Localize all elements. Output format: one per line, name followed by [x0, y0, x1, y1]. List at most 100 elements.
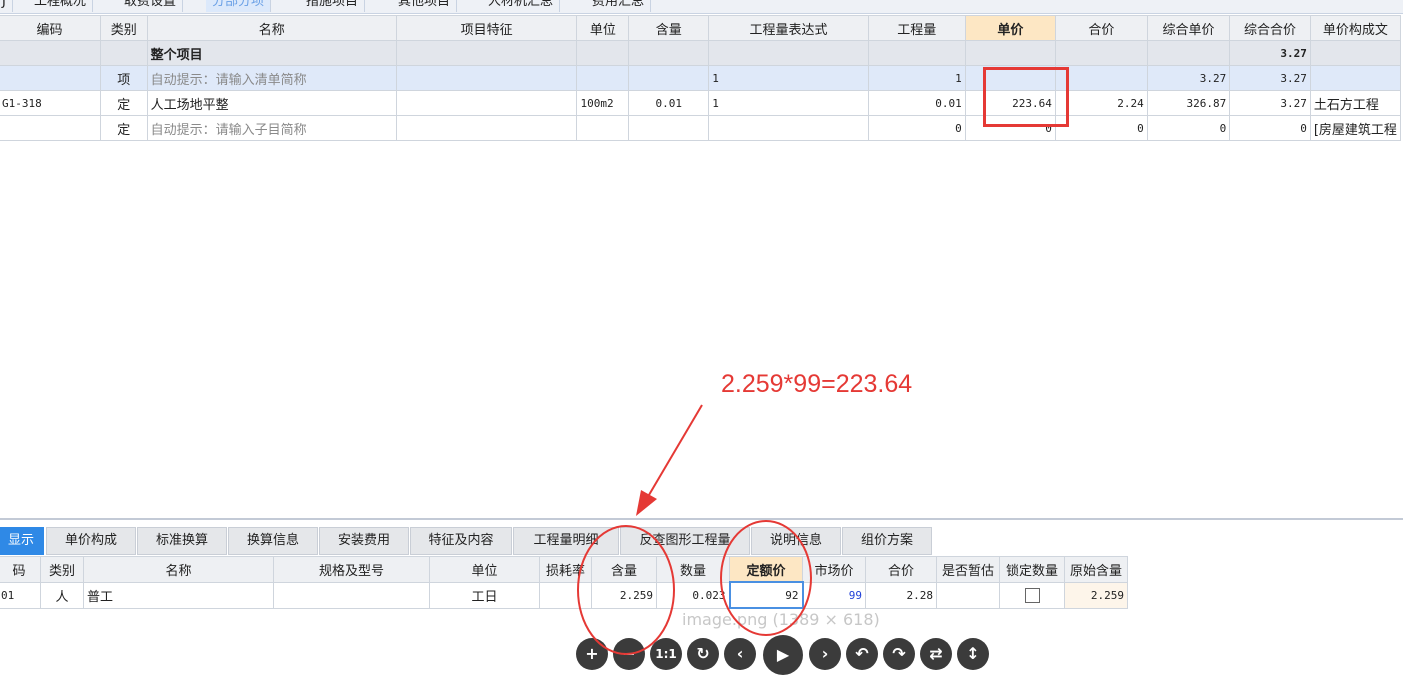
cell-comp-price[interactable] [1146, 40, 1231, 66]
subtab-unit-price-composition[interactable]: 单价构成 [46, 527, 136, 555]
next-icon[interactable]: › [809, 638, 841, 670]
subtab-display[interactable]: 显示 [0, 527, 44, 555]
table-row[interactable]: 01 人 普工 工日 2.259 0.023 92 99 2.28 2.259 [0, 581, 1128, 609]
cell-total[interactable]: 2.24 [1054, 90, 1148, 116]
col-name[interactable]: 名称 [146, 15, 397, 41]
cell-type[interactable]: 定 [99, 115, 148, 141]
cell-quantity[interactable]: 0.023 [656, 581, 730, 609]
col-type[interactable]: 类别 [99, 15, 148, 41]
reset-icon[interactable]: ↻ [687, 638, 719, 670]
tab-measures[interactable]: 措施项目 [300, 0, 366, 12]
panel-divider[interactable] [0, 518, 1403, 520]
col-quota-price[interactable]: 定额价 [729, 556, 803, 583]
cell-qty[interactable]: 0.01 [867, 90, 966, 116]
col-orig-content[interactable]: 原始含量 [1064, 556, 1128, 583]
play-icon[interactable]: ▶ [763, 635, 803, 675]
col-name[interactable]: 名称 [83, 556, 274, 583]
col-quantity[interactable]: 数量 [656, 556, 730, 583]
tab-resource-summary[interactable]: 人材机汇总 [482, 0, 561, 12]
cell-content[interactable]: 2.259 [591, 581, 657, 609]
subtab-features-content[interactable]: 特征及内容 [410, 527, 512, 555]
cell-composition[interactable] [1309, 40, 1402, 66]
cell-type[interactable]: 定 [99, 90, 148, 116]
cell-feature[interactable] [395, 115, 578, 141]
col-content[interactable]: 含量 [591, 556, 657, 583]
cell-expr[interactable]: 1 [708, 90, 869, 116]
cell-comp-total[interactable]: 3.27 [1229, 40, 1311, 66]
subtab-quantity-details[interactable]: 工程量明细 [513, 527, 619, 555]
cell-type[interactable]: 人 [40, 581, 84, 609]
cell-unit[interactable]: 工日 [429, 581, 540, 609]
rotate-left-icon[interactable]: ↶ [846, 638, 878, 670]
cell-composition[interactable] [1309, 65, 1402, 91]
table-row[interactable]: 定 自动提示：请输入子目简称 0 0 0 0 0 [房屋建筑工程 [0, 115, 1402, 141]
cell-locked[interactable] [999, 581, 1065, 609]
cell-unit[interactable] [576, 40, 630, 66]
table-row[interactable]: 项 自动提示：请输入清单简称 1 1 3.27 3.27 [0, 65, 1402, 91]
cell-market-price[interactable]: 99 [802, 581, 866, 609]
flip-horizontal-icon[interactable]: ⇄ [920, 638, 952, 670]
cell-type[interactable]: 项 [99, 65, 148, 91]
cell-qty[interactable]: 0 [867, 115, 966, 141]
cell-unit[interactable] [576, 115, 630, 141]
col-content[interactable]: 含量 [628, 15, 710, 41]
cell-comp-total[interactable]: 3.27 [1229, 90, 1311, 116]
col-estimated[interactable]: 是否暂估 [936, 556, 1000, 583]
subtab-install-fees[interactable]: 安装费用 [319, 527, 409, 555]
cell-code[interactable] [0, 65, 101, 91]
cell-feature[interactable] [395, 90, 578, 116]
cell-comp-price[interactable]: 3.27 [1146, 65, 1231, 91]
rotate-right-icon[interactable]: ↷ [883, 638, 915, 670]
col-composition[interactable]: 单价构成文 [1309, 15, 1402, 41]
col-unit[interactable]: 单位 [576, 15, 630, 41]
col-total[interactable]: 合价 [1054, 15, 1148, 41]
col-code[interactable]: 编码 [0, 15, 101, 41]
cell-feature[interactable] [395, 40, 578, 66]
flip-vertical-icon[interactable]: ↕ [957, 638, 989, 670]
subtab-reverse-graphic-quantity[interactable]: 反查图形工程量 [620, 527, 750, 555]
cell-name[interactable]: 自动提示：请输入子目简称 [146, 115, 397, 141]
cell-quota-price[interactable]: 92 [728, 581, 804, 609]
cell-qty[interactable] [867, 40, 966, 66]
zoom-in-icon[interactable]: + [576, 638, 608, 670]
cell-feature[interactable] [395, 65, 578, 91]
cell-name[interactable]: 整个项目 [146, 40, 397, 66]
cell-total[interactable]: 0 [1054, 115, 1148, 141]
col-code[interactable]: 码 [0, 556, 41, 583]
subtab-description[interactable]: 说明信息 [751, 527, 841, 555]
col-locked[interactable]: 锁定数量 [999, 556, 1065, 583]
col-comp-total[interactable]: 综合合价 [1229, 15, 1311, 41]
tab-cost-summary[interactable]: 费用汇总 [586, 0, 652, 12]
cell-expr[interactable] [708, 40, 869, 66]
cell-expr[interactable]: 1 [708, 65, 869, 91]
cell-spec[interactable] [273, 581, 430, 609]
cell-name[interactable]: 自动提示：请输入清单简称 [146, 65, 397, 91]
col-spec[interactable]: 规格及型号 [273, 556, 430, 583]
tab-fee-settings[interactable]: 取费设置 [118, 0, 184, 12]
col-expr[interactable]: 工程量表达式 [708, 15, 869, 41]
col-market-price[interactable]: 市场价 [802, 556, 866, 583]
zoom-out-icon[interactable]: − [613, 638, 645, 670]
cell-name[interactable]: 普工 [83, 581, 274, 609]
cell-composition[interactable]: [房屋建筑工程 [1309, 115, 1402, 141]
cell-orig-content[interactable]: 2.259 [1064, 581, 1128, 609]
cell-total[interactable]: 2.28 [865, 581, 937, 609]
lock-quantity-checkbox[interactable] [1024, 587, 1040, 603]
tab-project-overview[interactable]: 工程概况 [28, 0, 94, 12]
tab-hidden[interactable]: J [0, 0, 13, 12]
cell-expr[interactable] [708, 115, 869, 141]
cell-code[interactable]: G1-318 [0, 90, 101, 116]
col-type[interactable]: 类别 [40, 556, 84, 583]
cell-price[interactable] [964, 40, 1056, 66]
col-unit[interactable]: 单位 [429, 556, 540, 583]
cell-comp-price[interactable]: 326.87 [1146, 90, 1231, 116]
cell-estimated[interactable] [936, 581, 1000, 609]
cell-content[interactable] [628, 40, 710, 66]
cell-code[interactable]: 01 [0, 581, 41, 609]
cell-content[interactable] [628, 115, 710, 141]
col-qty[interactable]: 工程量 [867, 15, 966, 41]
col-comp-price[interactable]: 综合单价 [1146, 15, 1231, 41]
cell-name[interactable]: 人工场地平整 [146, 90, 397, 116]
subtab-pricing-scheme[interactable]: 组价方案 [842, 527, 932, 555]
cell-code[interactable] [0, 40, 101, 66]
